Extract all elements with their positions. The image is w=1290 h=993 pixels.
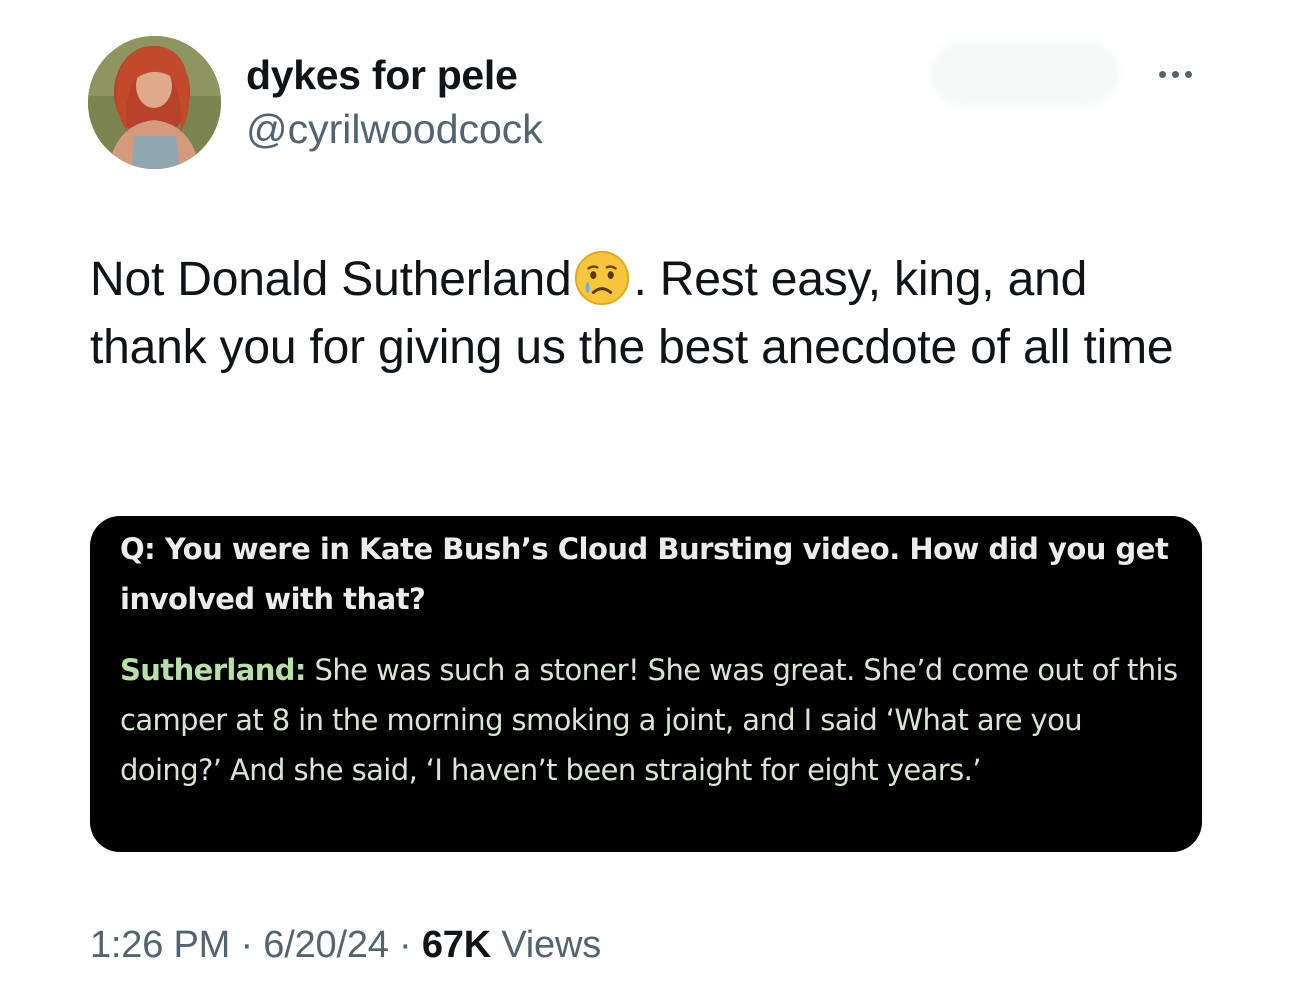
interview-speaker: Sutherland: bbox=[120, 653, 307, 687]
tweet-meta: 1:26 PM · 6/20/24 · 67K Views bbox=[90, 924, 601, 967]
crying-face-icon bbox=[573, 249, 631, 307]
follow-button[interactable] bbox=[930, 42, 1120, 106]
interview-answer: Sutherland: She was such a stoner! She w… bbox=[120, 645, 1180, 795]
tweet-text-part: Not Donald Sutherland bbox=[90, 253, 572, 306]
meta-separator: · bbox=[230, 924, 264, 966]
meta-separator: · bbox=[388, 924, 422, 966]
more-dots-icon bbox=[1184, 70, 1192, 78]
more-dots-icon bbox=[1158, 70, 1166, 78]
more-dots-icon bbox=[1171, 70, 1179, 78]
more-options-button[interactable] bbox=[1148, 58, 1202, 90]
user-handle[interactable]: @cyrilwoodcock bbox=[246, 106, 543, 153]
tweet-date[interactable]: 6/20/24 bbox=[263, 924, 389, 966]
avatar[interactable] bbox=[88, 36, 221, 169]
views-count[interactable]: 67K bbox=[422, 924, 491, 966]
tweet-time[interactable]: 1:26 PM bbox=[90, 924, 230, 966]
display-name[interactable]: dykes for pele bbox=[246, 52, 518, 99]
views-label: Views bbox=[490, 924, 602, 966]
tweet-text: Not Donald Sutherland . Rest easy, king,… bbox=[90, 246, 1200, 382]
quote-image[interactable]: Q: You were in Kate Bush’s Cloud Burstin… bbox=[90, 516, 1202, 852]
profile-photo bbox=[88, 36, 221, 169]
interview-question: Q: You were in Kate Bush’s Cloud Burstin… bbox=[120, 532, 1169, 616]
